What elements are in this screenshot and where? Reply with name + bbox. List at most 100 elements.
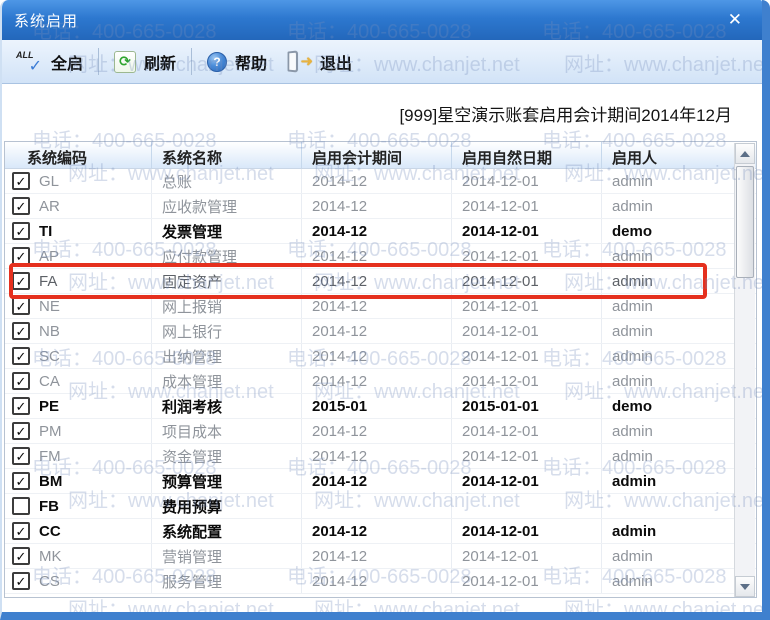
scroll-down-arrow-icon [740, 583, 750, 590]
toolbar-button-all-start[interactable]: ALL ✓ 全启 [6, 46, 93, 78]
cell-accounting-period: 2014-12 [302, 344, 452, 368]
cell-system-name-text: 应付款管理 [162, 248, 238, 266]
table-row-SC[interactable]: ✓ SC 出纳管理 2014-12 2014-12-01 admin [5, 344, 756, 369]
system-code: GL [39, 172, 60, 190]
column-header: 系统编码 [5, 142, 152, 168]
table-row-FB[interactable]: FB 费用预算 [5, 494, 756, 519]
cell-accounting-period: 2014-12 [302, 569, 452, 593]
row-checkbox[interactable]: ✓ [12, 172, 30, 190]
row-checkbox[interactable]: ✓ [12, 197, 30, 215]
system-activation-dialog: 系统启用 ✕ ALL ✓ 全启 ⟳ 刷新? 帮助 ➜ 退出 [999]星空演示账套启用会计期间… [0, 0, 770, 620]
table-row-FA[interactable]: ✓ FA 固定资产 2014-12 2014-12-01 admin [5, 269, 756, 294]
row-checkbox[interactable]: ✓ [12, 222, 30, 240]
scroll-down-button[interactable] [735, 576, 755, 597]
cell-natural-date: 2014-12-01 [452, 269, 602, 293]
cell-system-name-text: 出纳管理 [162, 348, 223, 366]
cell-system-name: 利润考核 [152, 394, 302, 418]
cell-system-name: 应收款管理 [152, 194, 302, 218]
table-row-AR[interactable]: ✓ AR 应收款管理 2014-12 2014-12-01 admin [5, 194, 756, 219]
row-checkbox[interactable]: ✓ [12, 447, 30, 465]
cell-system-name-text: 资金管理 [162, 448, 223, 466]
table-row-CC[interactable]: ✓ CC 系统配置 2014-12 2014-12-01 admin [5, 519, 756, 544]
system-code: MK [39, 547, 62, 565]
cell-accounting-period-text: 2014-12 [312, 447, 368, 465]
table-row-MK[interactable]: ✓ MK 营销管理 2014-12 2014-12-01 admin [5, 544, 756, 569]
row-checkbox[interactable]: ✓ [12, 272, 30, 290]
cell-accounting-period: 2014-12 [302, 444, 452, 468]
table-row-FM[interactable]: ✓ FM 资金管理 2014-12 2014-12-01 admin [5, 444, 756, 469]
toolbar-separator [98, 48, 100, 75]
cell-activated-by-text: demo [612, 397, 653, 415]
scroll-up-button[interactable] [735, 143, 755, 164]
row-checkbox[interactable]: ✓ [12, 522, 30, 540]
cell-activated-by: demo [602, 219, 756, 243]
table-row-PM[interactable]: ✓ PM 项目成本 2014-12 2014-12-01 admin [5, 419, 756, 444]
system-code: CS [39, 572, 60, 590]
cell-activated-by: admin [602, 569, 756, 593]
cell-accounting-period-text: 2014-12 [312, 172, 368, 190]
cell-code: ✓ GL [5, 169, 152, 193]
scrollbar-thumb[interactable] [736, 166, 754, 278]
cell-system-name: 发票管理 [152, 219, 302, 243]
row-checkbox[interactable]: ✓ [12, 322, 30, 340]
table-body: ✓ GL 总账 2014-12 2014-12-01 admin ✓ AR 应收款管理 2014-… [5, 169, 756, 594]
cell-natural-date [452, 494, 602, 518]
close-button[interactable]: ✕ [720, 10, 750, 30]
table-row-GL[interactable]: ✓ GL 总账 2014-12 2014-12-01 admin [5, 169, 756, 194]
table-row-CA[interactable]: ✓ CA 成本管理 2014-12 2014-12-01 admin [5, 369, 756, 394]
row-checkbox[interactable]: ✓ [12, 347, 30, 365]
row-checkbox[interactable]: ✓ [12, 547, 30, 565]
table-row-NB[interactable]: ✓ NB 网上银行 2014-12 2014-12-01 admin [5, 319, 756, 344]
cell-system-name-text: 系统配置 [162, 523, 223, 541]
cell-natural-date: 2014-12-01 [452, 544, 602, 568]
cell-system-name: 预算管理 [152, 469, 302, 493]
cell-activated-by: admin [602, 194, 756, 218]
row-checkbox[interactable]: ✓ [12, 247, 30, 265]
cell-activated-by-text: admin [612, 372, 653, 390]
toolbar-button-help[interactable]: ? 帮助 [197, 46, 277, 78]
cell-system-name: 系统配置 [152, 519, 302, 543]
row-checkbox[interactable]: ✓ [12, 572, 30, 590]
cell-activated-by-text: admin [612, 297, 653, 315]
help-icon: ? [207, 51, 228, 72]
cell-activated-by: admin [602, 469, 756, 493]
cell-accounting-period: 2014-12 [302, 294, 452, 318]
cell-system-name: 网上报销 [152, 294, 302, 318]
cell-system-name: 资金管理 [152, 444, 302, 468]
cell-activated-by-text: admin [612, 322, 653, 340]
vertical-scrollbar[interactable] [734, 143, 755, 597]
column-header: 启用会计期间 [302, 142, 452, 168]
cell-natural-date: 2014-12-01 [452, 294, 602, 318]
cell-activated-by: admin [602, 519, 756, 543]
all-start-icon: ALL ✓ [16, 49, 42, 75]
row-checkbox[interactable]: ✓ [12, 297, 30, 315]
cell-system-name-text: 总账 [162, 173, 193, 191]
row-checkbox[interactable]: ✓ [12, 372, 30, 390]
table-row-PE[interactable]: ✓ PE 利润考核 2015-01 2015-01-01 demo [5, 394, 756, 419]
cell-code: ✓ FM [5, 444, 152, 468]
table-row-AP[interactable]: ✓ AP 应付款管理 2014-12 2014-12-01 admin [5, 244, 756, 269]
cell-natural-date: 2014-12-01 [452, 419, 602, 443]
cell-accounting-period: 2015-01 [302, 394, 452, 418]
toolbar-button-refresh[interactable]: ⟳ 刷新 [104, 46, 186, 78]
row-checkbox[interactable]: ✓ [12, 397, 30, 415]
systems-table: 系统编码 系统名称 启用会计期间 启用自然日期 启用人 ✓ GL 总账 2014-12 2014… [4, 141, 757, 598]
cell-natural-date-text: 2014-12-01 [462, 272, 539, 290]
cell-activated-by: admin [602, 244, 756, 268]
system-code: FA [39, 272, 58, 290]
cell-activated-by-text: admin [612, 472, 657, 490]
cell-activated-by-text: admin [612, 547, 653, 565]
toolbar-button-exit[interactable]: ➜ 退出 [277, 46, 362, 78]
table-row-BM[interactable]: ✓ BM 预算管理 2014-12 2014-12-01 admin [5, 469, 756, 494]
row-checkbox[interactable] [12, 497, 30, 515]
table-row-CS[interactable]: ✓ CS 服务管理 2014-12 2014-12-01 admin [5, 569, 756, 594]
cell-code: ✓ PM [5, 419, 152, 443]
row-checkbox[interactable]: ✓ [12, 422, 30, 440]
row-checkbox[interactable]: ✓ [12, 472, 30, 490]
cell-activated-by-text: admin [612, 522, 657, 540]
cell-accounting-period: 2014-12 [302, 219, 452, 243]
table-row-TI[interactable]: ✓ TI 发票管理 2014-12 2014-12-01 demo [5, 219, 756, 244]
table-row-NE[interactable]: ✓ NE 网上报销 2014-12 2014-12-01 admin [5, 294, 756, 319]
system-code: TI [39, 222, 53, 240]
cell-activated-by: admin [602, 269, 756, 293]
